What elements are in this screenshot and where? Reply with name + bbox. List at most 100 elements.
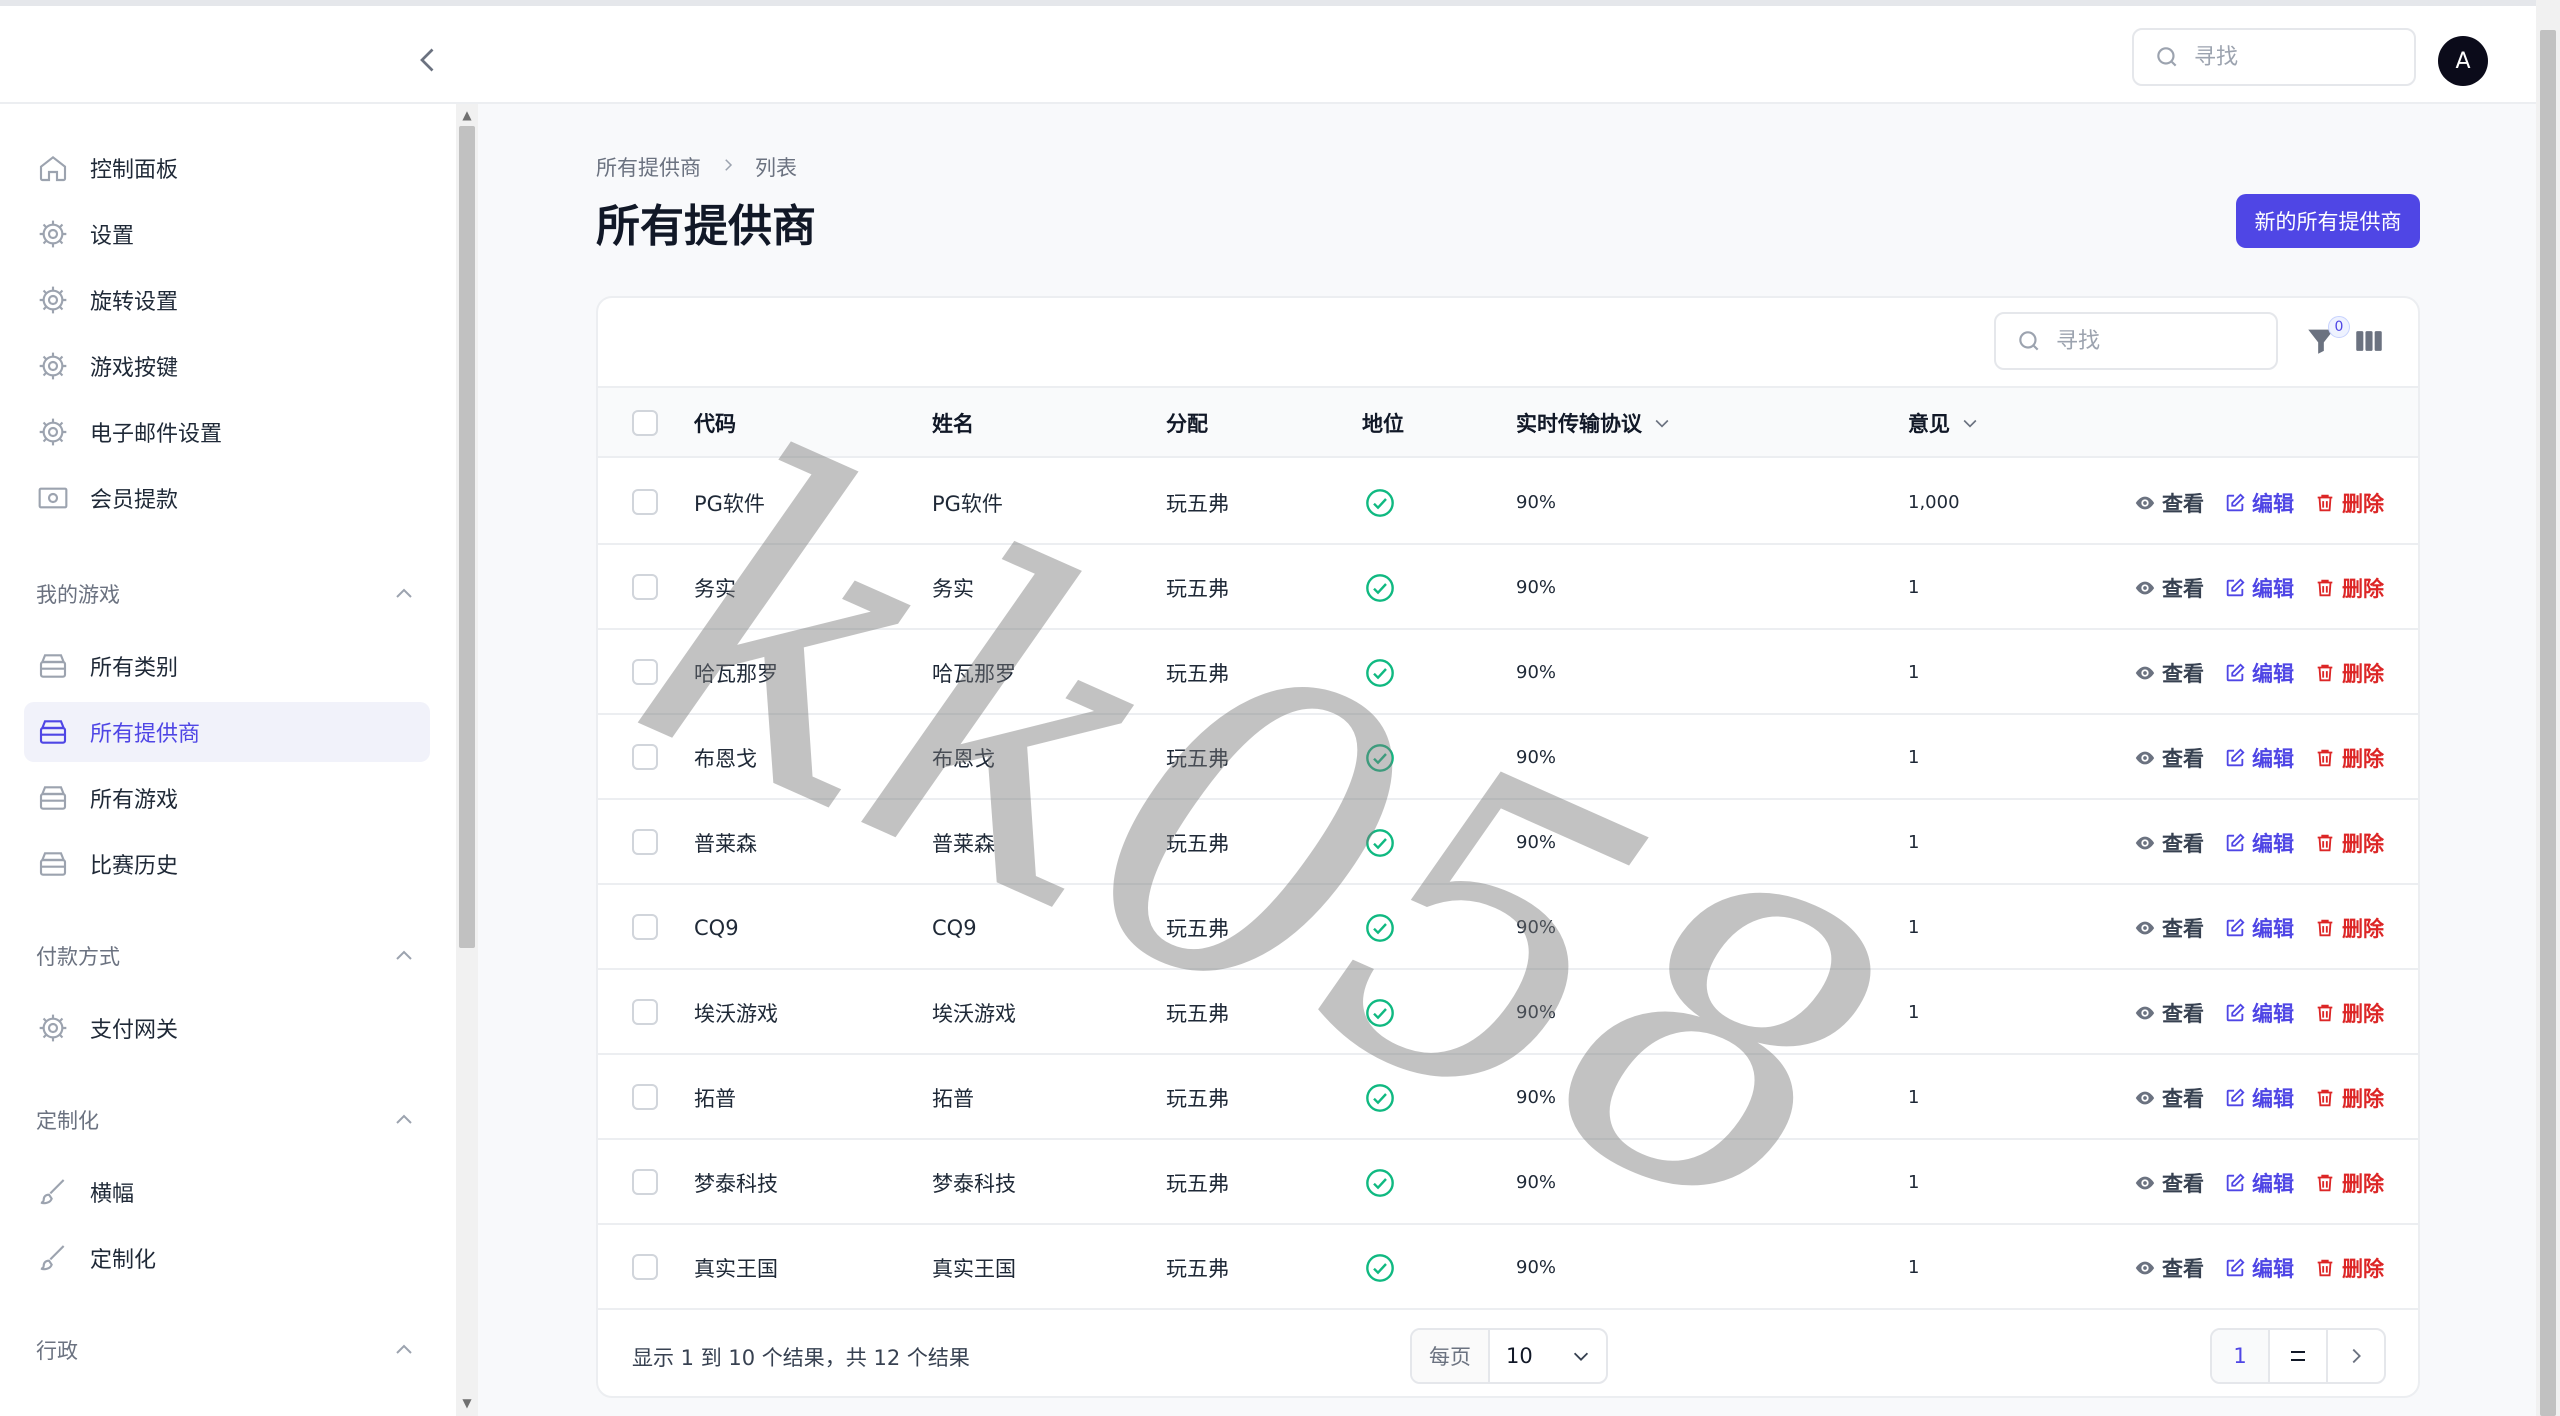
global-search[interactable] [2132,28,2416,86]
scroll-down-arrow[interactable]: ▼ [460,1396,474,1410]
sidebar-item-3[interactable]: 游戏按键 [24,336,430,396]
cell-code: 布恩戈 [694,746,757,771]
row-checkbox[interactable] [632,744,658,770]
toggle-columns-button[interactable] [2352,324,2386,358]
row-checkbox[interactable] [632,914,658,940]
delete-button[interactable]: 删除 [2314,970,2384,1055]
eye-icon [2135,1091,2155,1104]
edit-button[interactable]: 编辑 [2224,1225,2294,1310]
sidebar-subitem-1-0[interactable]: 支付网关 [24,998,430,1058]
table-search-input[interactable] [2056,328,2256,354]
row-checkbox[interactable] [632,489,658,515]
breadcrumb-parent[interactable]: 所有提供商 [596,152,701,182]
sidebar-scrollbar-thumb[interactable] [459,126,475,948]
sidebar-item-label: 横幅 [90,1182,135,1207]
delete-button[interactable]: 删除 [2314,800,2384,885]
sidebar-group-3[interactable]: 行政 [36,1330,416,1370]
column-header-distribution[interactable]: 分配 [1166,388,1208,458]
view-button[interactable]: 查看 [2134,970,2204,1055]
row-checkbox[interactable] [632,574,658,600]
sidebar-item-0[interactable]: 控制面板 [24,138,430,198]
column-header-views[interactable]: 意见 [1908,388,1980,458]
cell-code: 梦泰科技 [694,1171,778,1196]
delete-button[interactable]: 删除 [2314,885,2384,970]
edit-icon [2226,832,2245,851]
edit-button[interactable]: 编辑 [2224,630,2294,715]
avatar[interactable]: A [2438,36,2488,86]
view-button[interactable]: 查看 [2134,460,2204,545]
column-header-name[interactable]: 姓名 [932,388,974,458]
filter-count-badge: 0 [2328,316,2350,338]
select-all-checkbox[interactable] [632,410,658,436]
archive-icon [36,649,70,683]
cell-distribution: 玩五弗 [1166,916,1229,941]
per-page-value[interactable]: 10 [1490,1344,1606,1368]
page-scrollbar-thumb[interactable] [2540,30,2556,1416]
scroll-up-arrow[interactable]: ▲ [460,108,474,122]
delete-button[interactable]: 删除 [2314,1225,2384,1310]
sidebar-group-1[interactable]: 付款方式 [36,936,416,976]
sidebar-subitem-0-3[interactable]: 比赛历史 [24,834,430,894]
sidebar-item-5[interactable]: 会员提款 [24,468,430,528]
view-button[interactable]: 查看 [2134,885,2204,970]
global-search-input[interactable] [2194,44,2394,70]
delete-label: 删除 [2342,1171,2384,1196]
sidebar-subitem-2-1[interactable]: 定制化 [24,1228,430,1288]
per-page-select[interactable]: 每页 10 [1410,1328,1608,1384]
delete-button[interactable]: 删除 [2314,630,2384,715]
sidebar-item-label: 电子邮件设置 [90,422,223,447]
edit-button[interactable]: 编辑 [2224,545,2294,630]
view-button[interactable]: 查看 [2134,715,2204,800]
edit-button[interactable]: 编辑 [2224,1055,2294,1140]
edit-button[interactable]: 编辑 [2224,800,2294,885]
column-header-code[interactable]: 代码 [694,388,736,458]
row-checkbox[interactable] [632,829,658,855]
edit-button[interactable]: 编辑 [2224,460,2294,545]
row-checkbox[interactable] [632,1169,658,1195]
edit-button[interactable]: 编辑 [2224,1140,2294,1225]
sidebar-group-2[interactable]: 定制化 [36,1100,416,1140]
next-page-button[interactable] [2328,1330,2384,1382]
sidebar-item-4[interactable]: 电子邮件设置 [24,402,430,462]
view-button[interactable]: 查看 [2134,630,2204,715]
page-1-button[interactable]: 1 [2212,1330,2270,1382]
table-row: CQ9 CQ9 玩五弗 90% 1 查看 编辑 删除 [598,885,2418,970]
row-checkbox[interactable] [632,1254,658,1280]
delete-button[interactable]: 删除 [2314,1055,2384,1140]
sidebar-group-0[interactable]: 我的游戏 [36,574,416,614]
edit-button[interactable]: 编辑 [2224,715,2294,800]
check-circle-icon [1366,913,1394,942]
edit-button[interactable]: 编辑 [2224,970,2294,1055]
column-header-rtp[interactable]: 实时传输协议 [1516,388,1672,458]
cash-icon [36,481,70,515]
view-button[interactable]: 查看 [2134,1140,2204,1225]
sidebar-subitem-0-1[interactable]: 所有提供商 [24,702,430,762]
column-header-status[interactable]: 地位 [1362,388,1404,458]
sidebar-subitem-2-0[interactable]: 横幅 [24,1162,430,1222]
view-button[interactable]: 查看 [2134,1225,2204,1310]
sidebar-subitem-0-0[interactable]: 所有类别 [24,636,430,696]
row-checkbox[interactable] [632,659,658,685]
more-pages-button[interactable] [2270,1330,2328,1382]
sidebar-item-1[interactable]: 设置 [24,204,430,264]
view-button[interactable]: 查看 [2134,1055,2204,1140]
view-button[interactable]: 查看 [2134,545,2204,630]
delete-button[interactable]: 删除 [2314,715,2384,800]
sidebar-item-2[interactable]: 旋转设置 [24,270,430,330]
collapse-sidebar-button[interactable] [410,42,446,78]
edit-button[interactable]: 编辑 [2224,885,2294,970]
view-button[interactable]: 查看 [2134,800,2204,885]
new-provider-button[interactable]: 新的所有提供商 [2236,194,2420,248]
home-icon [36,151,70,185]
chevron-down-icon [1573,1352,1589,1361]
delete-button[interactable]: 删除 [2314,460,2384,545]
table-search[interactable] [1994,312,2278,370]
gear-icon [36,283,70,317]
sidebar-subitem-0-2[interactable]: 所有游戏 [24,768,430,828]
row-checkbox[interactable] [632,1084,658,1110]
search-icon [2157,47,2177,67]
row-checkbox[interactable] [632,999,658,1025]
delete-button[interactable]: 删除 [2314,1140,2384,1225]
delete-button[interactable]: 删除 [2314,545,2384,630]
edit-icon [2226,577,2245,596]
